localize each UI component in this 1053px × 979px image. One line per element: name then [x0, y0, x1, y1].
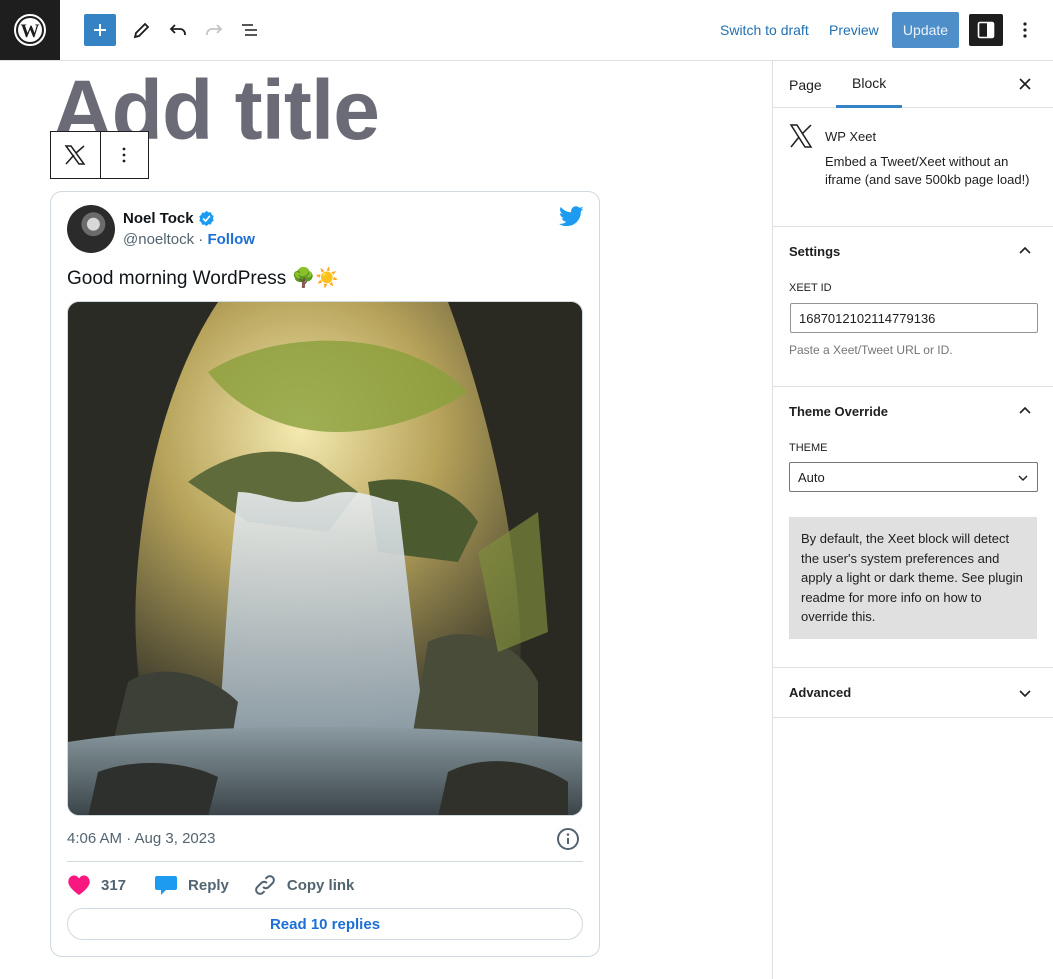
list-view-button[interactable] — [234, 14, 266, 46]
tweet-divider — [67, 861, 583, 862]
settings-toggle-button[interactable] — [969, 14, 1003, 46]
tweet-actions: 317 Reply Copy link — [67, 872, 354, 898]
switch-to-draft-button[interactable]: Switch to draft — [720, 22, 809, 38]
read-replies-button[interactable]: Read 10 replies — [67, 908, 583, 940]
sidebar-toggle-icon — [977, 21, 995, 39]
x-logo-icon — [789, 124, 813, 148]
preview-button[interactable]: Preview — [829, 22, 879, 38]
plus-icon — [94, 24, 106, 36]
xeet-id-input[interactable]: 1687012102114779136 — [790, 303, 1038, 333]
tweet-author-name[interactable]: Noel Tock — [123, 210, 194, 227]
heart-icon — [68, 875, 90, 895]
pencil-icon — [133, 22, 150, 39]
chevron-down-icon[interactable] — [1018, 686, 1032, 705]
speech-bubble-icon — [155, 876, 178, 895]
settings-panel-toggle[interactable]: Settings — [789, 244, 840, 259]
theme-override-toggle[interactable]: Theme Override — [789, 404, 888, 419]
advanced-panel: Advanced — [773, 668, 1053, 718]
tweet-embed[interactable]: Noel Tock @noeltock · Follow Good mornin… — [50, 191, 600, 957]
tab-page[interactable]: Page — [789, 61, 822, 108]
theme-label: THEME — [789, 442, 828, 454]
theme-select-value: Auto — [798, 469, 825, 485]
chevron-down-icon — [1018, 475, 1028, 481]
theme-override-panel: Theme Override THEME Auto By default, th… — [773, 387, 1053, 668]
redo-icon — [206, 24, 223, 35]
block-description: Embed a Tweet/Xeet without an iframe (an… — [825, 154, 1030, 187]
copy-link-action[interactable]: Copy link — [253, 873, 355, 897]
xeet-id-label: XEET ID — [789, 282, 832, 294]
more-options-icon — [122, 147, 126, 163]
sidebar-tabs: Page Block — [773, 61, 1053, 108]
block-name: WP Xeet — [825, 129, 877, 144]
advanced-toggle[interactable]: Advanced — [789, 685, 851, 700]
info-button[interactable] — [556, 827, 580, 856]
block-options-button[interactable] — [99, 132, 149, 178]
x-logo-icon — [64, 145, 86, 165]
wordpress-logo[interactable]: W — [0, 0, 60, 60]
like-action[interactable]: 317 — [67, 874, 126, 896]
tweet-timestamp[interactable]: 4:06 AM · Aug 3, 2023 — [67, 830, 215, 847]
block-type-button[interactable] — [51, 132, 100, 178]
reply-action[interactable]: Reply — [154, 874, 229, 896]
undo-icon — [169, 24, 186, 35]
chevron-up-icon[interactable] — [1018, 404, 1032, 423]
handle-separator: · — [194, 231, 208, 248]
close-sidebar-button[interactable] — [1015, 74, 1035, 94]
settings-sidebar: Page Block WP Xeet Embed a Tweet/Xeet wi… — [772, 61, 1053, 979]
more-options-button[interactable] — [1014, 14, 1036, 46]
like-count: 317 — [101, 876, 127, 894]
redo-button[interactable] — [198, 14, 230, 46]
twitter-bird-icon — [558, 206, 584, 227]
settings-panel: Settings XEET ID 1687012102114779136 Pas… — [773, 227, 1053, 387]
link-icon — [255, 875, 275, 895]
theme-select[interactable]: Auto — [789, 462, 1038, 492]
update-button[interactable]: Update — [892, 12, 959, 48]
wordpress-logo-icon: W — [14, 14, 46, 46]
block-toolbar — [50, 131, 149, 179]
more-options-icon — [1023, 22, 1027, 38]
waterfall-image — [68, 302, 582, 815]
tab-block[interactable]: Block — [836, 61, 903, 108]
close-icon — [1019, 78, 1031, 90]
svg-text:W: W — [21, 21, 40, 42]
list-view-icon — [242, 24, 257, 36]
tweet-handle[interactable]: @noeltock — [123, 231, 194, 248]
follow-link[interactable]: Follow — [207, 231, 255, 248]
theme-notice: By default, the Xeet block will detect t… — [789, 517, 1037, 639]
info-icon — [557, 828, 579, 850]
copy-link-label: Copy link — [286, 876, 355, 894]
tools-button[interactable] — [125, 14, 157, 46]
block-icon — [789, 123, 813, 154]
twitter-logo[interactable] — [558, 206, 584, 232]
xeet-id-help: Paste a Xeet/Tweet URL or ID. — [789, 343, 953, 357]
block-card: WP Xeet Embed a Tweet/Xeet without an if… — [773, 108, 1053, 227]
tweet-text: Good morning WordPress 🌳☀️ — [67, 268, 339, 289]
reply-label: Reply — [188, 876, 229, 894]
editor-header: W Switch to draft Preview Update — [0, 0, 1053, 61]
add-block-button[interactable] — [84, 14, 116, 46]
verified-badge-icon — [198, 210, 214, 227]
chevron-up-icon[interactable] — [1018, 244, 1032, 263]
tweet-image[interactable] — [67, 301, 583, 816]
undo-button[interactable] — [162, 14, 194, 46]
avatar[interactable] — [67, 205, 115, 253]
